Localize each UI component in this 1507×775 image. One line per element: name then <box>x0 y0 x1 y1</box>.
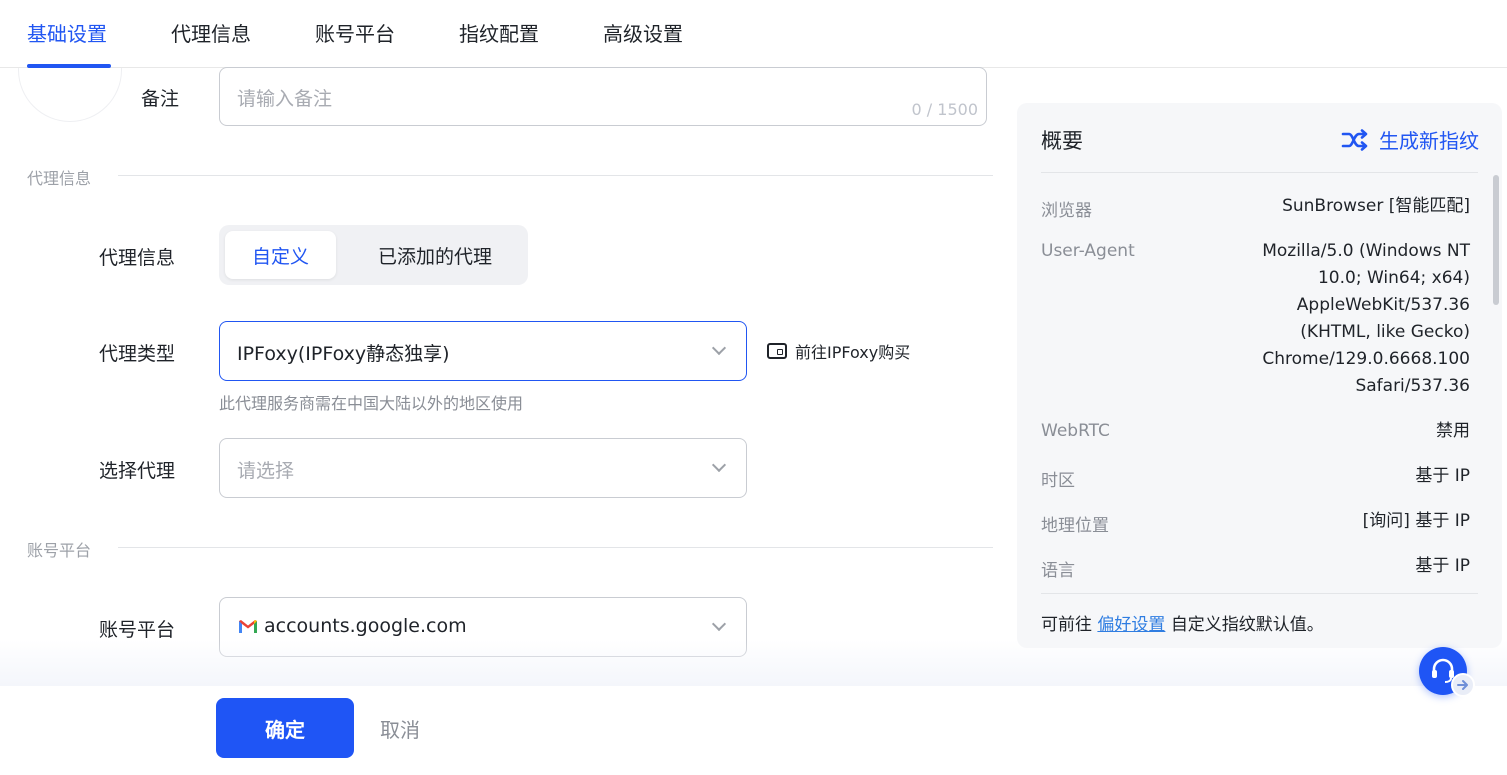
select-proxy-dropdown[interactable]: 请选择 <box>219 438 747 498</box>
account-platform-label: 账号平台 <box>99 619 176 641</box>
cancel-button[interactable]: 取消 <box>380 714 420 743</box>
proxy-type-select[interactable]: IPFoxy(IPFoxy静态独享) <box>219 321 747 381</box>
section-title-account: 账号平台 <box>27 541 92 560</box>
user-agent-line: Safari/537.36 <box>1355 376 1470 396</box>
confirm-button[interactable]: 确定 <box>216 698 354 758</box>
summary-value-user-agent: Mozilla/5.0 (Windows NT 10.0; Win64; x64… <box>1262 238 1470 400</box>
proxy-type-label: 代理类型 <box>99 343 176 365</box>
proxy-info-label: 代理信息 <box>99 247 176 269</box>
section-divider <box>118 175 993 176</box>
summary-value-geolocation: [询问] 基于 IP <box>1362 511 1470 531</box>
summary-divider <box>1041 593 1478 594</box>
chevron-down-icon <box>711 457 727 473</box>
summary-value-webrtc: 禁用 <box>1436 421 1470 441</box>
tab-advanced-settings[interactable]: 高级设置 <box>603 18 683 47</box>
tab-account-platform[interactable]: 账号平台 <box>315 18 395 47</box>
section-divider <box>118 547 993 548</box>
user-agent-line: (KHTML, like Gecko) <box>1300 322 1470 342</box>
summary-key-geolocation: 地理位置 <box>1041 516 1109 536</box>
summary-value-browser: SunBrowser [智能匹配] <box>1282 196 1470 216</box>
select-proxy-label: 选择代理 <box>99 460 176 482</box>
generate-fingerprint-label: 生成新指纹 <box>1379 129 1479 153</box>
buy-ipfoxy-label: 前往IPFoxy购买 <box>795 343 911 362</box>
section-title-proxy: 代理信息 <box>27 169 92 188</box>
chevron-down-icon <box>711 616 727 632</box>
wallet-icon <box>767 343 787 359</box>
summary-key-language: 语言 <box>1041 561 1075 581</box>
user-agent-line: Chrome/129.0.6668.100 <box>1262 349 1470 369</box>
summary-title: 概要 <box>1041 129 1083 153</box>
proxy-type-hint: 此代理服务商需在中国大陆以外的地区使用 <box>219 394 524 413</box>
summary-key-browser: 浏览器 <box>1041 201 1092 221</box>
account-platform-value: accounts.google.com <box>264 615 467 637</box>
tab-basic-settings[interactable]: 基础设置 <box>27 18 107 47</box>
chevron-down-icon <box>711 340 727 356</box>
note-placeholder: 请输入备注 <box>237 88 333 110</box>
select-proxy-placeholder: 请选择 <box>237 460 295 482</box>
preferences-link[interactable]: 偏好设置 <box>1097 615 1165 635</box>
summary-value-timezone: 基于 IP <box>1415 466 1470 486</box>
summary-divider <box>1041 172 1478 173</box>
arrow-right-icon[interactable] <box>1451 673 1475 697</box>
summary-footer-note: 可前往 偏好设置 自定义指纹默认值。 <box>1041 610 1324 635</box>
buy-ipfoxy-link[interactable]: 前往IPFoxy购买 <box>767 339 910 363</box>
proxy-type-value: IPFoxy(IPFoxy静态独享) <box>237 343 450 365</box>
arrow-glyph <box>1457 680 1468 690</box>
note-label: 备注 <box>141 88 180 110</box>
note-char-counter: 0 / 1500 <box>911 100 978 119</box>
avatar-placeholder <box>18 68 122 122</box>
summary-scrollbar[interactable] <box>1493 175 1499 305</box>
proxy-source-segmented: 自定义 已添加的代理 <box>219 225 528 285</box>
summary-value-language: 基于 IP <box>1415 556 1470 576</box>
summary-footer-prefix: 可前往 <box>1041 615 1092 635</box>
segment-custom[interactable]: 自定义 <box>225 231 336 279</box>
summary-key-webrtc: WebRTC <box>1041 421 1110 441</box>
user-agent-line: Mozilla/5.0 (Windows NT <box>1262 241 1470 261</box>
summary-key-user-agent: User-Agent <box>1041 241 1135 261</box>
tab-fingerprint-config[interactable]: 指纹配置 <box>459 18 539 47</box>
generate-fingerprint-button[interactable]: 生成新指纹 <box>1341 125 1479 154</box>
tab-proxy-info[interactable]: 代理信息 <box>171 18 251 47</box>
gmail-icon <box>238 619 258 633</box>
summary-key-timezone: 时区 <box>1041 471 1075 491</box>
shuffle-icon <box>1341 128 1368 151</box>
user-agent-line: 10.0; Win64; x64) <box>1317 268 1470 288</box>
tab-bar: 基础设置 代理信息 账号平台 指纹配置 高级设置 <box>0 0 1507 68</box>
segment-added-proxies[interactable]: 已添加的代理 <box>354 231 516 279</box>
summary-panel: 概要 生成新指纹 浏览器 SunBrowser [智能匹配] User-Agen… <box>1017 103 1502 648</box>
note-textarea[interactable]: 请输入备注 0 / 1500 <box>219 67 987 126</box>
user-agent-line: AppleWebKit/537.36 <box>1296 295 1470 315</box>
summary-footer-suffix: 自定义指纹默认值。 <box>1170 615 1324 635</box>
